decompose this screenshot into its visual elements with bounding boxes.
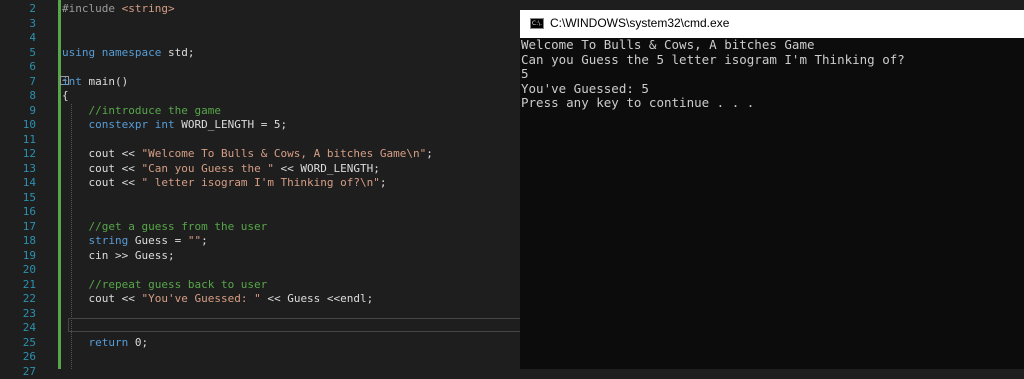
code-token: //introduce the game — [62, 104, 221, 117]
line-number: 14 — [0, 176, 36, 191]
code-token: cout << — [62, 147, 141, 160]
code-token: { — [62, 89, 69, 102]
console-line: 5 — [521, 67, 529, 82]
console-line: You've Guessed: 5 — [521, 82, 649, 97]
line-number: 20 — [0, 263, 36, 278]
code-token: #include — [62, 2, 122, 15]
console-line: Can you Guess the 5 letter isogram I'm T… — [521, 53, 905, 68]
line-number-gutter: 2345678910111213141516171819202122232425… — [0, 0, 44, 369]
line-number: 25 — [0, 336, 36, 351]
code-token: "You've Guessed: " — [141, 292, 260, 305]
code-token: cout << — [62, 292, 141, 305]
code-token: << Guess <<endl; — [261, 292, 374, 305]
code-token: cout << — [62, 162, 141, 175]
console-line: Press any key to continue . . . — [521, 96, 754, 111]
line-number: 27 — [0, 365, 36, 379]
code-line[interactable]: using namespace std; — [62, 46, 194, 61]
code-token: std; — [168, 46, 195, 59]
line-number: 16 — [0, 205, 36, 220]
line-number: 15 — [0, 191, 36, 206]
console-line: Welcome To Bulls & Cows, A bitches Game — [521, 38, 815, 53]
code-line[interactable]: #include <string> — [62, 2, 175, 17]
code-line[interactable]: //introduce the game — [62, 104, 221, 119]
code-line[interactable]: return 0; — [62, 336, 148, 351]
console-title: C:\WINDOWS\system32\cmd.exe — [550, 16, 729, 30]
line-number: 13 — [0, 162, 36, 177]
code-token: 0; — [135, 336, 148, 349]
code-token: main() — [89, 75, 129, 88]
code-token: ; — [201, 234, 208, 247]
line-number: 23 — [0, 307, 36, 322]
line-number: 8 — [0, 89, 36, 104]
line-number: 19 — [0, 249, 36, 264]
code-line[interactable]: cout << "Welcome To Bulls & Cows, A bitc… — [62, 147, 433, 162]
code-token: //repeat guess back to user — [62, 278, 267, 291]
code-token: string — [62, 234, 135, 247]
code-token: "Can you Guess the " — [141, 162, 273, 175]
code-token: ; — [426, 147, 433, 160]
line-number: 3 — [0, 17, 36, 32]
code-token: //get a guess from the user — [62, 220, 267, 233]
line-number: 7 — [0, 75, 36, 90]
code-line[interactable]: string Guess = ""; — [62, 234, 208, 249]
line-number: 18 — [0, 234, 36, 249]
line-number: 6 — [0, 60, 36, 75]
change-tracking-bar — [58, 0, 61, 369]
line-number: 26 — [0, 350, 36, 365]
code-line[interactable]: int main() — [62, 75, 128, 90]
line-number: 9 — [0, 104, 36, 119]
code-token: "" — [188, 234, 201, 247]
code-token: constexpr int — [62, 118, 181, 131]
line-number: 24 — [0, 321, 36, 336]
code-line[interactable]: cout << "You've Guessed: " << Guess <<en… — [62, 292, 373, 307]
code-token: int — [62, 75, 89, 88]
code-line[interactable]: constexpr int WORD_LENGTH = 5; — [62, 118, 287, 133]
line-number: 4 — [0, 31, 36, 46]
console-window[interactable]: C:\. C:\WINDOWS\system32\cmd.exe Welcome… — [520, 10, 1024, 369]
code-token: " letter isogram I'm Thinking of?\n" — [141, 176, 379, 189]
code-token: using namespace — [62, 46, 168, 59]
code-token: <string> — [122, 2, 175, 15]
code-token: cin >> Guess; — [62, 249, 175, 262]
cmd-icon: C:\. — [530, 18, 544, 29]
console-output[interactable]: Welcome To Bulls & Cows, A bitches Game … — [520, 38, 1024, 369]
line-number: 21 — [0, 278, 36, 293]
code-token: << WORD_LENGTH; — [274, 162, 380, 175]
line-number: 2 — [0, 2, 36, 17]
code-line[interactable]: cout << "Can you Guess the " << WORD_LEN… — [62, 162, 380, 177]
line-number: 22 — [0, 292, 36, 307]
line-number: 11 — [0, 133, 36, 148]
code-line[interactable]: cout << " letter isogram I'm Thinking of… — [62, 176, 387, 191]
console-title-bar[interactable]: C:\. C:\WINDOWS\system32\cmd.exe — [520, 10, 1024, 38]
line-number: 12 — [0, 147, 36, 162]
code-token: Guess = — [135, 234, 188, 247]
code-token: return — [62, 336, 135, 349]
current-line-highlight — [68, 318, 524, 332]
line-number: 5 — [0, 46, 36, 61]
code-line[interactable]: //repeat guess back to user — [62, 278, 267, 293]
code-token: cout << — [62, 176, 141, 189]
code-token: WORD_LENGTH = 5; — [181, 118, 287, 131]
code-token: ; — [380, 176, 387, 189]
line-number: 17 — [0, 220, 36, 235]
code-line[interactable]: //get a guess from the user — [62, 220, 267, 235]
line-number: 10 — [0, 118, 36, 133]
code-line[interactable]: cin >> Guess; — [62, 249, 175, 264]
code-token: "Welcome To Bulls & Cows, A bitches Game… — [141, 147, 426, 160]
code-line[interactable]: { — [62, 89, 69, 104]
